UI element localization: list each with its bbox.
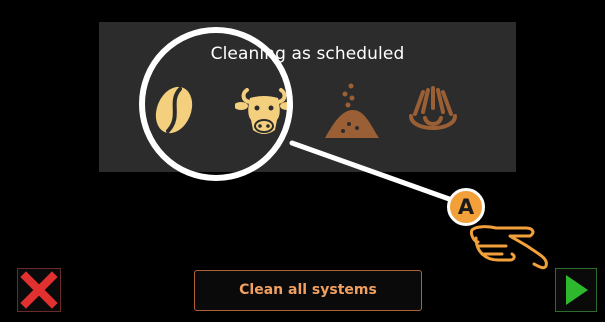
hand-pointer-icon (470, 225, 548, 270)
next-button[interactable] (555, 268, 597, 312)
cancel-button[interactable] (17, 268, 61, 312)
play-icon (566, 275, 588, 305)
close-icon (20, 271, 58, 309)
clean-all-systems-button[interactable]: Clean all systems (194, 270, 422, 311)
screen: Cleaning as scheduled A Clean all system… (0, 0, 605, 322)
